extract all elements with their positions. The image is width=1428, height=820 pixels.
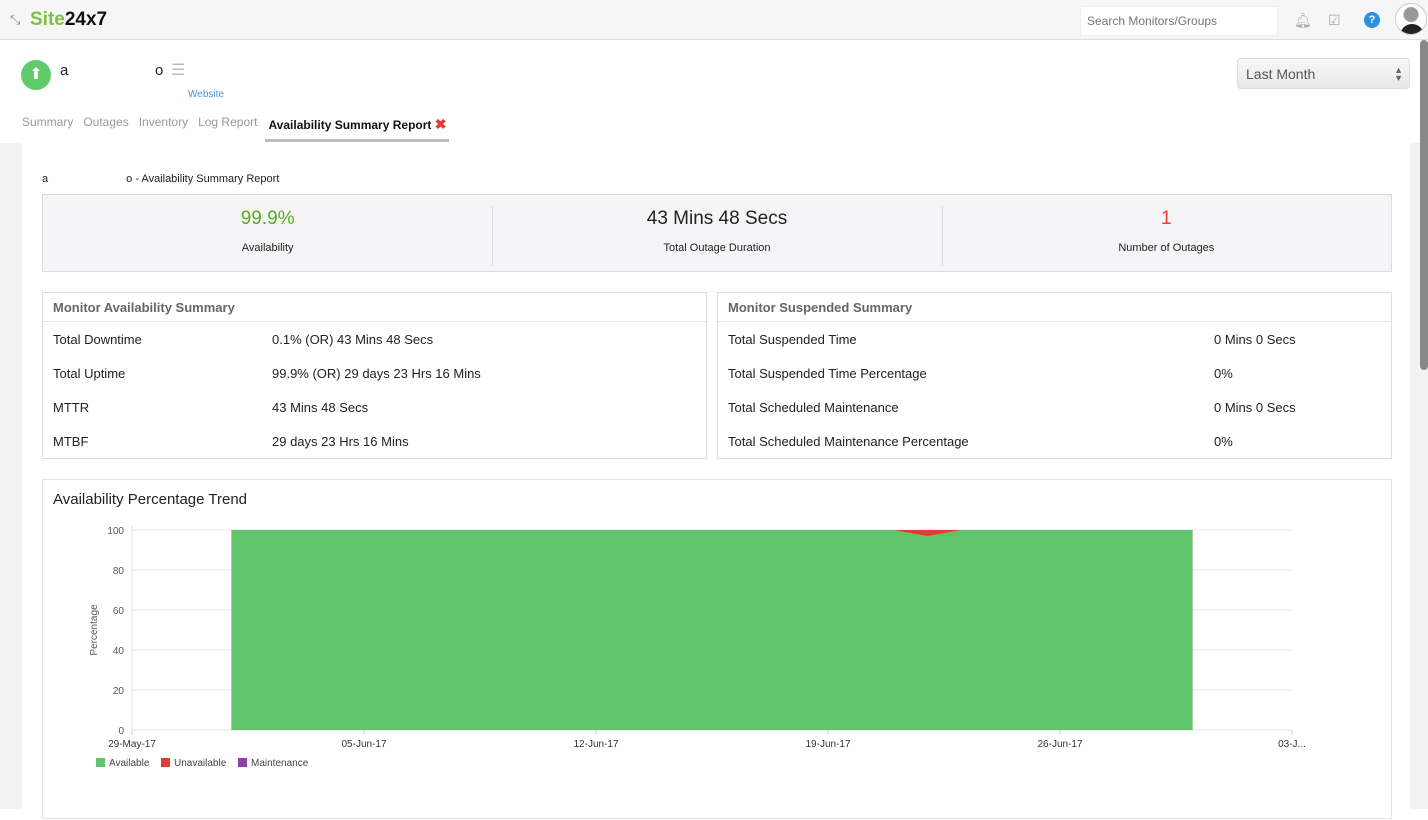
monitor-type[interactable]: Website — [188, 89, 224, 100]
row-label: Total Uptime — [53, 365, 126, 381]
row-label: MTTR — [53, 399, 90, 415]
y-tick-label: 60 — [113, 606, 125, 617]
summary-row: Total Scheduled Maintenance Percentage 0% — [718, 424, 1391, 458]
row-label: Total Downtime — [53, 331, 142, 347]
monitor-name: a — [60, 62, 69, 79]
collapse-icon[interactable]: ⤡ — [10, 12, 20, 28]
available-area — [231, 530, 1193, 730]
y-tick-label: 0 — [118, 726, 124, 737]
tab-inventory[interactable]: Inventory — [139, 114, 188, 142]
tasks-icon[interactable]: ☑ — [1328, 12, 1341, 29]
summary-row: Total Suspended Time Percentage 0% — [718, 356, 1391, 390]
report-title: ao - Availability Summary Report — [42, 173, 280, 185]
summary-row: Total Downtime 0.1% (OR) 43 Mins 48 Secs — [43, 322, 706, 356]
summary-row: Total Uptime 99.9% (OR) 29 days 23 Hrs 16… — [43, 356, 706, 390]
stats-summary: 99.9% Availability 43 Mins 48 Secs Total O… — [42, 194, 1392, 272]
row-value: 0% — [1214, 433, 1233, 449]
legend-swatch-unavailable — [161, 758, 170, 767]
select-arrows-icon: ▲ ▼ — [1394, 65, 1403, 83]
close-tab-icon[interactable]: ✖ — [435, 116, 447, 132]
summary-row: Total Scheduled Maintenance 0 Mins 0 Secs — [718, 390, 1391, 424]
availability-trend-chart: Availability Percentage Trend 0 20 40 60 80 1… — [42, 479, 1392, 819]
menu-icon[interactable]: ☰ — [171, 60, 185, 80]
summary-row: MTBF 29 days 23 Hrs 16 Mins — [43, 424, 706, 458]
report-panel: ao - Availability Summary Report 99.9% Av… — [22, 143, 1410, 819]
y-tick-label: 80 — [113, 566, 125, 577]
help-icon[interactable]: ? — [1364, 12, 1380, 28]
top-bar: ⤡ Site24x7 🔔︎ ☑ ? — [0, 0, 1428, 40]
row-value: 0 Mins 0 Secs — [1214, 331, 1296, 347]
y-axis-label: Percentage — [89, 604, 100, 656]
row-value: 0 Mins 0 Secs — [1214, 399, 1296, 415]
tab-outages[interactable]: Outages — [83, 114, 128, 142]
search-input[interactable] — [1080, 6, 1278, 36]
tab-log-report[interactable]: Log Report — [198, 114, 257, 142]
box-title: Monitor Availability Summary — [43, 293, 706, 322]
box-title: Monitor Suspended Summary — [718, 293, 1391, 322]
row-value: 29 days 23 Hrs 16 Mins — [272, 433, 409, 449]
row-label: MTBF — [53, 433, 89, 449]
x-tick-label: 29-May-17 — [108, 739, 156, 750]
row-value: 99.9% (OR) 29 days 23 Hrs 16 Mins — [272, 365, 481, 381]
status-up-icon: ⬆ — [21, 60, 51, 90]
row-value: 43 Mins 48 Secs — [272, 399, 369, 415]
x-tick-label: 05-Jun-17 — [341, 739, 386, 750]
tab-availability-summary-report[interactable]: Availability Summary Report ✖ — [265, 114, 450, 142]
y-tick-label: 20 — [113, 686, 125, 697]
content-area: ao - Availability Summary Report 99.9% Av… — [0, 143, 1428, 819]
site24x7-logo[interactable]: Site24x7 — [30, 9, 107, 31]
summary-row: Total Suspended Time 0 Mins 0 Secs — [718, 322, 1391, 356]
chart-title: Availability Percentage Trend — [53, 491, 248, 508]
tab-bar: Summary Outages Inventory Log Report Ava… — [22, 114, 459, 142]
legend-swatch-maintenance — [238, 758, 247, 767]
user-avatar[interactable] — [1395, 3, 1427, 35]
row-label: Total Suspended Time — [728, 331, 857, 347]
x-tick-label: 12-Jun-17 — [573, 739, 618, 750]
row-value: 0% — [1214, 365, 1233, 381]
x-tick-label: 03-J... — [1278, 739, 1306, 750]
y-tick-label: 100 — [107, 526, 124, 537]
x-tick-label: 19-Jun-17 — [805, 739, 850, 750]
suspended-summary-box: Monitor Suspended Summary Total Suspende… — [717, 292, 1392, 459]
legend-label-unavailable: Unavailable — [174, 758, 227, 769]
availability-summary-box: Monitor Availability Summary Total Downt… — [42, 292, 707, 459]
row-label: Total Scheduled Maintenance Percentage — [728, 433, 969, 449]
stat-outage-count: 1 Number of Outages — [941, 195, 1391, 271]
bell-icon[interactable]: 🔔︎ — [1294, 12, 1312, 29]
legend-label-maintenance: Maintenance — [251, 758, 309, 769]
x-tick-label: 26-Jun-17 — [1037, 739, 1082, 750]
row-label: Total Scheduled Maintenance — [728, 399, 899, 415]
row-value: 0.1% (OR) 43 Mins 48 Secs — [272, 331, 434, 347]
period-select[interactable]: Last Month ▲ ▼ — [1237, 58, 1410, 89]
y-tick-label: 40 — [113, 646, 125, 657]
legend-swatch-available — [96, 758, 105, 767]
stat-outage-duration: 43 Mins 48 Secs Total Outage Duration — [492, 195, 941, 271]
legend-label-available: Available — [109, 758, 150, 769]
scrollbar[interactable] — [1420, 40, 1428, 370]
stat-availability: 99.9% Availability — [240, 208, 295, 254]
chart-svg: 0 20 40 60 80 100 29-May-17 05-Jun-17 12-Jun-17 1… — [89, 525, 1306, 769]
row-label: Total Suspended Time Percentage — [728, 365, 927, 381]
summary-row: MTTR 43 Mins 48 Secs — [43, 390, 706, 424]
tab-summary[interactable]: Summary — [22, 114, 73, 142]
monitor-name-end: o — [155, 62, 164, 79]
